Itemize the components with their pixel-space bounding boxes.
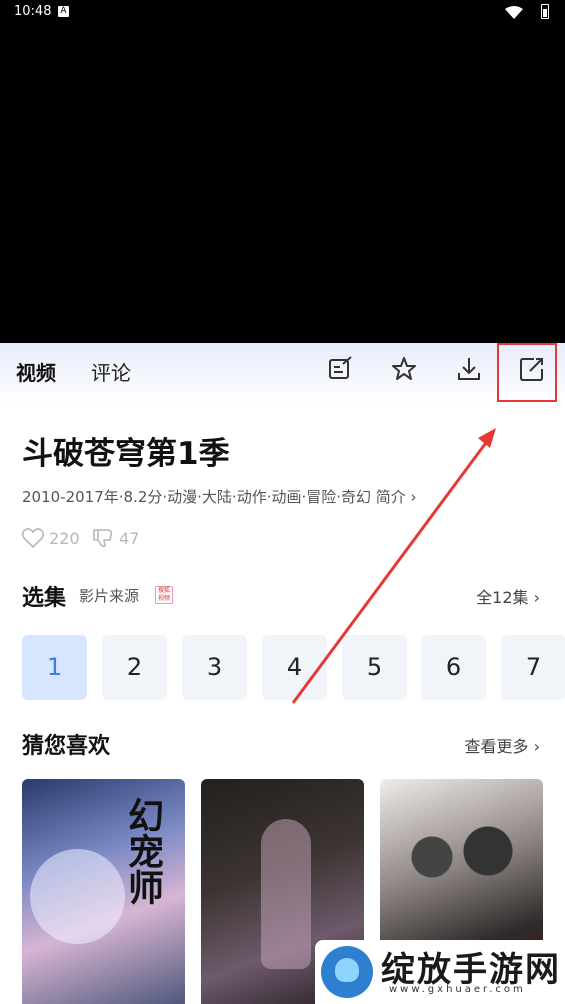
site-watermark: 绽放手游网 www.gxhuaer.com — [315, 940, 565, 1004]
detail-tab-bar: 视频 评论 — [0, 343, 565, 403]
source-label: 影片来源 — [79, 587, 140, 605]
recommend-title: 猜您喜欢 — [22, 734, 111, 759]
view-more-label: 查看更多 — [464, 737, 529, 756]
thumbs-down-icon — [92, 529, 114, 548]
episode-button-6[interactable]: 6 — [421, 635, 486, 700]
wifi-icon — [505, 6, 523, 24]
episodes-title: 选集 — [22, 586, 67, 611]
like-count: 220 — [49, 529, 80, 548]
episode-button-3[interactable]: 3 — [182, 635, 247, 700]
episode-button-1[interactable]: 1 — [22, 635, 87, 700]
show-meta-text: 2010-2017年·8.2分·动漫·大陆·动作·动画·冒险·奇幻 简介 — [22, 488, 406, 506]
all-episodes-label: 全12集 — [476, 588, 529, 607]
episode-list: 1 2 3 4 5 6 7 — [22, 635, 565, 700]
status-time: 10:48 — [14, 4, 52, 19]
view-more-link[interactable]: 查看更多 › — [465, 733, 541, 757]
episode-button-4[interactable]: 4 — [262, 635, 327, 700]
poster-character-art — [261, 819, 311, 969]
tab-comments[interactable]: 评论 — [91, 357, 131, 386]
show-meta[interactable]: 2010-2017年·8.2分·动漫·大陆·动作·动画·冒险·奇幻 简介 › — [22, 486, 417, 507]
like-button[interactable]: 220 — [21, 528, 80, 549]
sohu-video-badge: 搜狐 视频 — [155, 586, 173, 604]
status-bar: 10:48 A — [0, 0, 565, 24]
episode-button-7[interactable]: 7 — [501, 635, 565, 700]
poster-title-art: 幻宠师 — [122, 797, 164, 905]
show-title: 斗破苍穹第1季 — [22, 436, 230, 472]
octopus-logo-icon — [321, 946, 373, 998]
poster-characters-art — [390, 809, 530, 929]
chevron-right-icon: › — [410, 488, 417, 506]
all-episodes-link[interactable]: 全12集 › — [476, 584, 540, 608]
watermark-url: www.gxhuaer.com — [389, 984, 526, 995]
notification-a-icon: A — [58, 6, 69, 17]
download-icon[interactable] — [455, 355, 487, 387]
dislike-count: 47 — [119, 529, 140, 548]
dislike-button[interactable]: 47 — [92, 528, 139, 548]
heart-icon — [21, 528, 45, 549]
recommend-poster-1[interactable]: 幻宠师 — [22, 779, 185, 1004]
share-highlight-box — [497, 343, 557, 402]
recommend-header: 猜您喜欢 查看更多 › — [22, 728, 542, 759]
star-icon[interactable] — [390, 355, 422, 387]
episodes-header: 选集 影片来源 搜狐 视频 全12集 › — [22, 580, 542, 611]
battery-icon — [541, 4, 549, 19]
episode-button-2[interactable]: 2 — [102, 635, 167, 700]
video-player[interactable] — [0, 0, 565, 343]
episode-button-5[interactable]: 5 — [342, 635, 407, 700]
edit-icon[interactable] — [326, 355, 358, 387]
poster-moon-art — [30, 849, 125, 944]
tab-video[interactable]: 视频 — [16, 357, 56, 386]
